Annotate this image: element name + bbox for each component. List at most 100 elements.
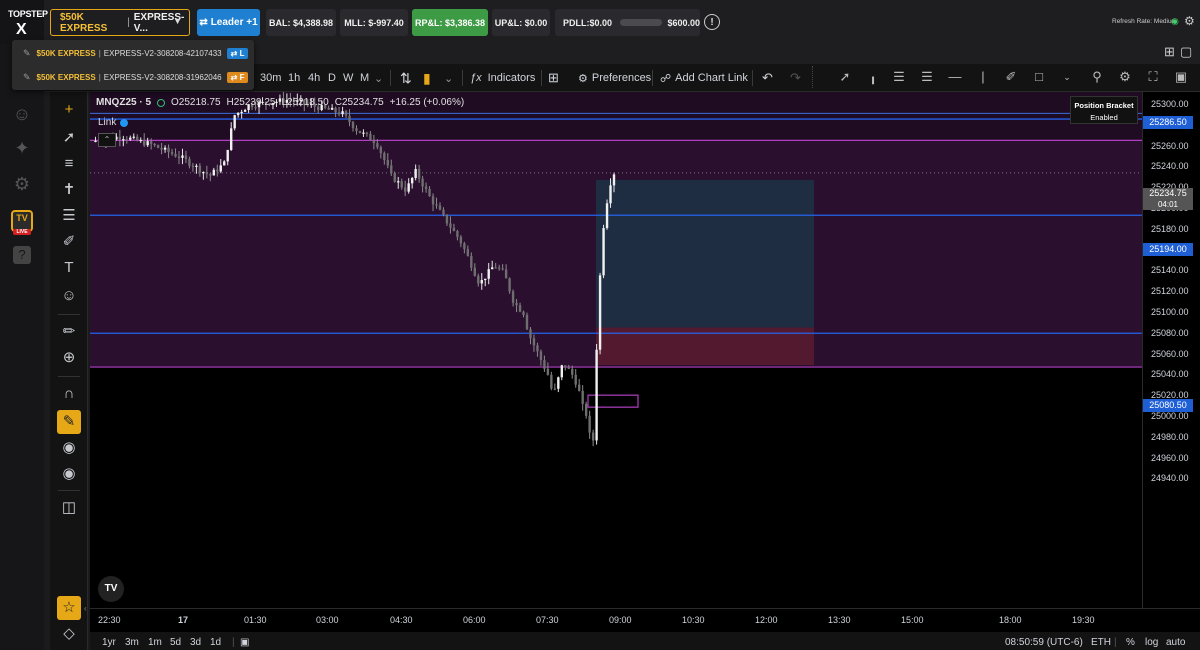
favorites-star-icon[interactable]: ☆ bbox=[57, 596, 81, 620]
add-layout-icon[interactable]: ⊞ bbox=[1164, 44, 1175, 64]
timeframe-4h[interactable]: 4h bbox=[308, 64, 320, 92]
range-1d[interactable]: 1d bbox=[210, 637, 221, 648]
hlines-icon[interactable]: ≡ bbox=[57, 152, 81, 176]
candle-body bbox=[424, 186, 428, 189]
undo-icon[interactable]: ↶ bbox=[762, 64, 773, 92]
candle-body bbox=[543, 360, 546, 369]
lock-icon[interactable]: ◉ bbox=[57, 436, 81, 460]
price-chart[interactable] bbox=[90, 92, 1142, 608]
horizontal-line-icon[interactable]: — bbox=[944, 66, 966, 88]
fib-icon[interactable]: ☰ bbox=[57, 204, 81, 228]
tradingview-logo[interactable]: TV bbox=[98, 576, 124, 602]
candle-body bbox=[376, 143, 379, 148]
percent-toggle[interactable]: % bbox=[1126, 637, 1135, 648]
candle-body bbox=[452, 227, 456, 231]
settings-icon[interactable]: ⚙ bbox=[10, 172, 34, 196]
info-icon[interactable]: ! bbox=[704, 14, 720, 30]
topstep-logo[interactable]: TOPSTEP X bbox=[0, 0, 48, 44]
trendline-icon[interactable]: ➚ bbox=[834, 66, 856, 88]
candle-body bbox=[400, 181, 403, 188]
layout-icon[interactable]: ▢ bbox=[1180, 44, 1192, 64]
candle-body bbox=[344, 111, 348, 116]
eye-icon[interactable]: ◉ bbox=[57, 462, 81, 486]
account-option[interactable]: ✎ $50K EXPRESS | EXPRESS-V2-308208-421074… bbox=[12, 42, 254, 64]
templates-icon[interactable]: ⊞ bbox=[548, 64, 559, 92]
account-option[interactable]: ✎ $50K EXPRESS | EXPRESS-V2-308208-319620… bbox=[12, 66, 254, 88]
leader-button[interactable]: ⇄ Leader +1 bbox=[197, 9, 260, 36]
vertical-line-icon[interactable]: | bbox=[972, 66, 994, 88]
indicators-button[interactable]: ƒx Indicators bbox=[470, 64, 535, 92]
chevron-down-icon[interactable]: ⌄ bbox=[374, 64, 383, 92]
bar-countdown: 04:01 bbox=[1157, 200, 1179, 209]
candle-icon[interactable]: ▮ bbox=[423, 64, 431, 92]
crosshair-icon[interactable]: + bbox=[57, 98, 81, 122]
pitchfork-icon[interactable]: ╻ bbox=[862, 66, 884, 88]
candle-body bbox=[511, 291, 515, 303]
range-3d[interactable]: 3d bbox=[190, 637, 201, 648]
collapse-legend-icon[interactable]: ⌃ bbox=[98, 133, 116, 147]
gear-icon[interactable]: ⚙ bbox=[1184, 14, 1195, 28]
calendar-icon[interactable]: ▣ bbox=[240, 637, 249, 648]
emoji-icon[interactable]: ☺ bbox=[57, 284, 81, 308]
auto-toggle[interactable]: auto bbox=[1166, 637, 1185, 648]
position-bracket-panel[interactable]: Position Bracket Enabled bbox=[1070, 96, 1138, 124]
range-3m[interactable]: 3m bbox=[125, 637, 139, 648]
text-icon[interactable]: T bbox=[57, 256, 81, 280]
link-icon: ☍ bbox=[660, 72, 672, 85]
timeframe-m[interactable]: M bbox=[360, 64, 369, 92]
zoom-search-icon[interactable]: ⚲ bbox=[1086, 66, 1108, 88]
candle-body bbox=[202, 172, 205, 174]
add-chart-link-button[interactable]: ☍ Add Chart Link bbox=[660, 64, 748, 92]
price-tick: 25140.00 bbox=[1151, 265, 1189, 276]
candle-body bbox=[574, 374, 577, 385]
timeframe-30m[interactable]: 30m bbox=[260, 64, 281, 92]
log-toggle[interactable]: log bbox=[1145, 637, 1158, 648]
chevron-down-icon[interactable]: ⌄ bbox=[1056, 66, 1078, 88]
candle-body bbox=[372, 140, 376, 144]
settings-icon[interactable]: ⚙ bbox=[1114, 66, 1136, 88]
pattern-icon[interactable]: ✝ bbox=[57, 178, 81, 202]
brush-icon[interactable]: ✐ bbox=[1000, 66, 1022, 88]
chart-canvas[interactable] bbox=[90, 92, 1142, 608]
layers-icon[interactable]: ◇ bbox=[57, 622, 81, 646]
chevron-down-icon[interactable]: ⌄ bbox=[444, 64, 453, 92]
candle-body bbox=[494, 267, 497, 269]
collapse-arrow-icon[interactable]: ‹ bbox=[84, 604, 87, 613]
range-5d[interactable]: 5d bbox=[170, 637, 181, 648]
account-selector[interactable]: $50K EXPRESS | EXPRESS-V... ▼ bbox=[50, 9, 190, 36]
range-1yr[interactable]: 1yr bbox=[102, 637, 116, 648]
timeframe-1h[interactable]: 1h bbox=[288, 64, 300, 92]
pencil-icon[interactable]: ✎ bbox=[23, 48, 31, 59]
trash-icon[interactable]: ◫ bbox=[57, 496, 81, 520]
link-indicator[interactable]: Link bbox=[98, 117, 129, 128]
trendline-icon[interactable]: ➚ bbox=[57, 126, 81, 150]
zoom-in-icon[interactable]: ⊕ bbox=[57, 346, 81, 370]
analytics-icon[interactable]: ✦ bbox=[10, 136, 34, 160]
range-1m[interactable]: 1m bbox=[148, 637, 162, 648]
help-icon[interactable]: ? bbox=[13, 246, 31, 264]
channel-icon[interactable]: ☰ bbox=[916, 66, 938, 88]
candle-body bbox=[602, 228, 605, 276]
candle-body bbox=[445, 214, 449, 224]
candle-body bbox=[571, 368, 574, 375]
lock-drawing-icon[interactable]: ✎ bbox=[57, 410, 81, 434]
timeframe-d[interactable]: D bbox=[328, 64, 336, 92]
ruler-icon[interactable]: ✏ bbox=[57, 320, 81, 344]
camera-icon[interactable]: ▣ bbox=[1170, 66, 1192, 88]
brush-icon[interactable]: ✐ bbox=[57, 230, 81, 254]
fullscreen-icon[interactable]: ⛶ bbox=[1142, 66, 1164, 88]
preferences-button[interactable]: ⚙ Preferences bbox=[578, 64, 651, 92]
redo-icon[interactable]: ↷ bbox=[790, 64, 801, 92]
magnet-icon[interactable]: ∩ bbox=[57, 382, 81, 406]
session-toggle[interactable]: ETH bbox=[1091, 637, 1111, 648]
candle-body bbox=[390, 165, 393, 173]
users-icon[interactable]: ☺ bbox=[10, 102, 34, 126]
level-price-label: 25080.50 bbox=[1143, 399, 1193, 412]
bar-style-icon[interactable]: ⇅ bbox=[400, 64, 412, 92]
timeframe-w[interactable]: W bbox=[343, 64, 353, 92]
fib-icon[interactable]: ☰ bbox=[888, 66, 910, 88]
pencil-icon[interactable]: ✎ bbox=[23, 72, 31, 83]
rectangle-icon[interactable]: □ bbox=[1028, 66, 1050, 88]
copy-trade-icon: ⇄ bbox=[199, 17, 208, 28]
tradingview-live-icon[interactable]: TV LIVE bbox=[11, 210, 33, 235]
